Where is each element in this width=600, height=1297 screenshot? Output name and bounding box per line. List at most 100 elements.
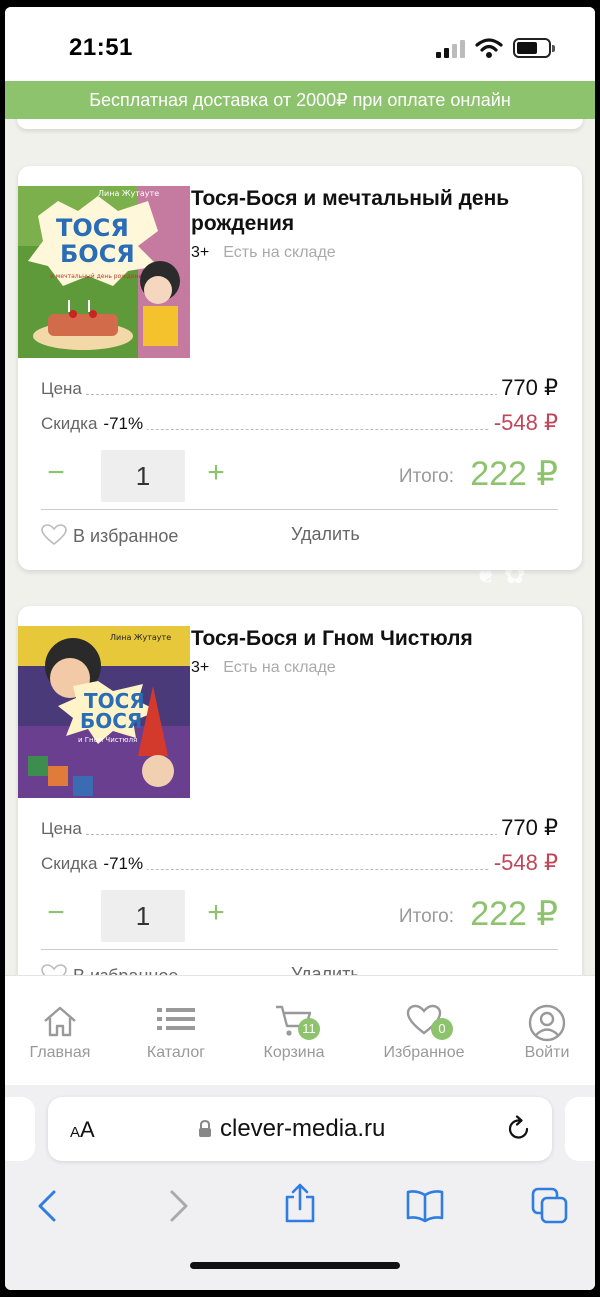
home-indicator[interactable] [190, 1262, 400, 1269]
discount-label: Скидка [41, 414, 98, 433]
increase-quantity-button[interactable]: + [201, 896, 231, 930]
cart-content[interactable]: ❦ ✿ ❀ Лина Жутауте ТОСЯ БОСЯ и мечтальны… [5, 119, 595, 975]
bookmarks-icon[interactable] [405, 1189, 445, 1223]
cart-item: Лина Жутауте ТОСЯ БОСЯ и Гном Чистюля То… [18, 606, 582, 975]
cover-title-line2: БОСЯ [80, 709, 142, 733]
tab-label: Войти [524, 1044, 570, 1061]
dotted-leader [41, 394, 558, 395]
battery-icon [513, 38, 555, 58]
price-value: 770 ₽ [497, 375, 558, 401]
add-to-favorites-button[interactable]: В избранное [41, 524, 178, 547]
discount-value: -548 ₽ [489, 410, 558, 436]
dotted-leader [41, 834, 558, 835]
tab-catalog[interactable]: Каталог [121, 1004, 231, 1062]
product-title[interactable]: Тося-Бося и мечтальный день рождения [191, 186, 561, 236]
price-row: Цена 770 ₽ [41, 815, 558, 841]
status-time: 21:51 [69, 34, 133, 61]
bottom-tab-bar: Главная Каталог 11 Корзина 0 Избранное В… [5, 975, 595, 1085]
back-icon[interactable] [35, 1189, 61, 1223]
tab-label: Избранное [383, 1044, 465, 1061]
cellular-signal-icon [436, 40, 468, 58]
quantity-row: − 1 + Итого: 222 ₽ [41, 890, 558, 942]
total-value: 222 ₽ [470, 455, 558, 493]
item-actions: В избранное Удалить [41, 964, 558, 975]
tab-home[interactable]: Главная [5, 1004, 115, 1062]
product-meta: 3+ Есть на складе [191, 244, 336, 262]
url-text: clever-media.ru [220, 1115, 386, 1142]
tabs-icon[interactable] [531, 1187, 569, 1225]
price-row: Цена 770 ₽ [41, 375, 558, 401]
add-to-favorites-button[interactable]: В избранное [41, 964, 178, 975]
price-label: Цена [41, 379, 86, 399]
status-bar: 21:51 [5, 7, 595, 81]
divider [41, 509, 558, 510]
forward-icon[interactable] [165, 1189, 191, 1223]
stock-status: Есть на складе [223, 659, 336, 676]
age-rating: 3+ [191, 244, 210, 261]
previous-tab-preview[interactable] [5, 1097, 35, 1161]
tab-label: Главная [29, 1044, 91, 1061]
quantity-field[interactable]: 1 [101, 890, 185, 942]
discount-label-group: Скидка -71% [41, 414, 148, 434]
cover-subtitle: и Гном Чистюля [78, 736, 137, 744]
favorites-count-badge: 0 [431, 1018, 453, 1040]
total-value: 222 ₽ [470, 895, 558, 933]
wifi-icon [475, 38, 503, 58]
product-meta: 3+ Есть на складе [191, 659, 336, 677]
text-size-button[interactable]: AA [70, 1117, 95, 1143]
increase-quantity-button[interactable]: + [201, 456, 231, 490]
cart-item: Лина Жутауте ТОСЯ БОСЯ и мечтальный день… [18, 166, 582, 570]
next-tab-preview[interactable] [565, 1097, 595, 1161]
quantity-field[interactable]: 1 [101, 450, 185, 502]
user-icon [528, 1004, 566, 1042]
stock-status: Есть на складе [223, 244, 336, 261]
cover-title-line1: ТОСЯ [56, 214, 129, 242]
decrease-quantity-button[interactable]: − [41, 456, 71, 490]
reload-icon[interactable] [506, 1115, 532, 1143]
lock-icon [199, 1120, 211, 1137]
product-title[interactable]: Тося-Бося и Гном Чистюля [191, 626, 561, 651]
heart-icon [41, 524, 67, 546]
age-rating: 3+ [191, 659, 210, 676]
delete-item-button[interactable]: Удалить [291, 524, 360, 545]
list-icon [157, 1008, 195, 1030]
discount-percent: -71% [103, 854, 144, 873]
tab-favorites[interactable]: 0 Избранное [369, 1004, 479, 1062]
address-bar[interactable]: AA clever-media.ru [48, 1097, 552, 1161]
tab-label: Каталог [146, 1044, 206, 1061]
share-icon[interactable] [283, 1183, 317, 1223]
url-display[interactable]: clever-media.ru [198, 1115, 385, 1143]
favorites-label: В избранное [73, 966, 178, 975]
cover-title-line2: БОСЯ [60, 240, 135, 268]
tab-cart[interactable]: 11 Корзина [239, 1004, 349, 1062]
cart-count-badge: 11 [298, 1018, 320, 1040]
discount-row: Скидка -71% -548 ₽ [41, 410, 558, 436]
price-label: Цена [41, 819, 86, 839]
quantity-row: − 1 + Итого: 222 ₽ [41, 450, 558, 502]
decrease-quantity-button[interactable]: − [41, 896, 71, 930]
heart-icon [41, 964, 67, 975]
discount-value: -548 ₽ [489, 850, 558, 876]
divider [41, 949, 558, 950]
price-value: 770 ₽ [497, 815, 558, 841]
cover-subtitle: и мечтальный день рождения [50, 273, 146, 280]
book-cover-image[interactable]: Лина Жутауте ТОСЯ БОСЯ и Гном Чистюля [18, 626, 190, 798]
tab-label: Корзина [263, 1044, 325, 1061]
tab-login[interactable]: Войти [492, 1004, 595, 1062]
discount-label-group: Скидка -71% [41, 854, 148, 874]
discount-label: Скидка [41, 854, 98, 873]
total-label: Итого: [398, 906, 454, 927]
book-cover-image[interactable]: Лина Жутауте ТОСЯ БОСЯ и мечтальный день… [18, 186, 190, 358]
cover-author: Лина Жутауте [98, 189, 159, 198]
previous-card-edge [17, 119, 583, 129]
promo-banner: Бесплатная доставка от 2000₽ при оплате … [5, 81, 595, 119]
cover-author: Лина Жутауте [110, 633, 171, 642]
favorites-label: В избранное [73, 526, 179, 546]
discount-row: Скидка -71% -548 ₽ [41, 850, 558, 876]
item-actions: В избранное Удалить [41, 524, 558, 552]
delete-item-button[interactable]: Удалить [291, 964, 360, 975]
discount-percent: -71% [103, 414, 144, 433]
home-icon [44, 1006, 76, 1037]
total-label: Итого: [398, 466, 454, 487]
browser-chrome: AA clever-media.ru [5, 1085, 595, 1290]
